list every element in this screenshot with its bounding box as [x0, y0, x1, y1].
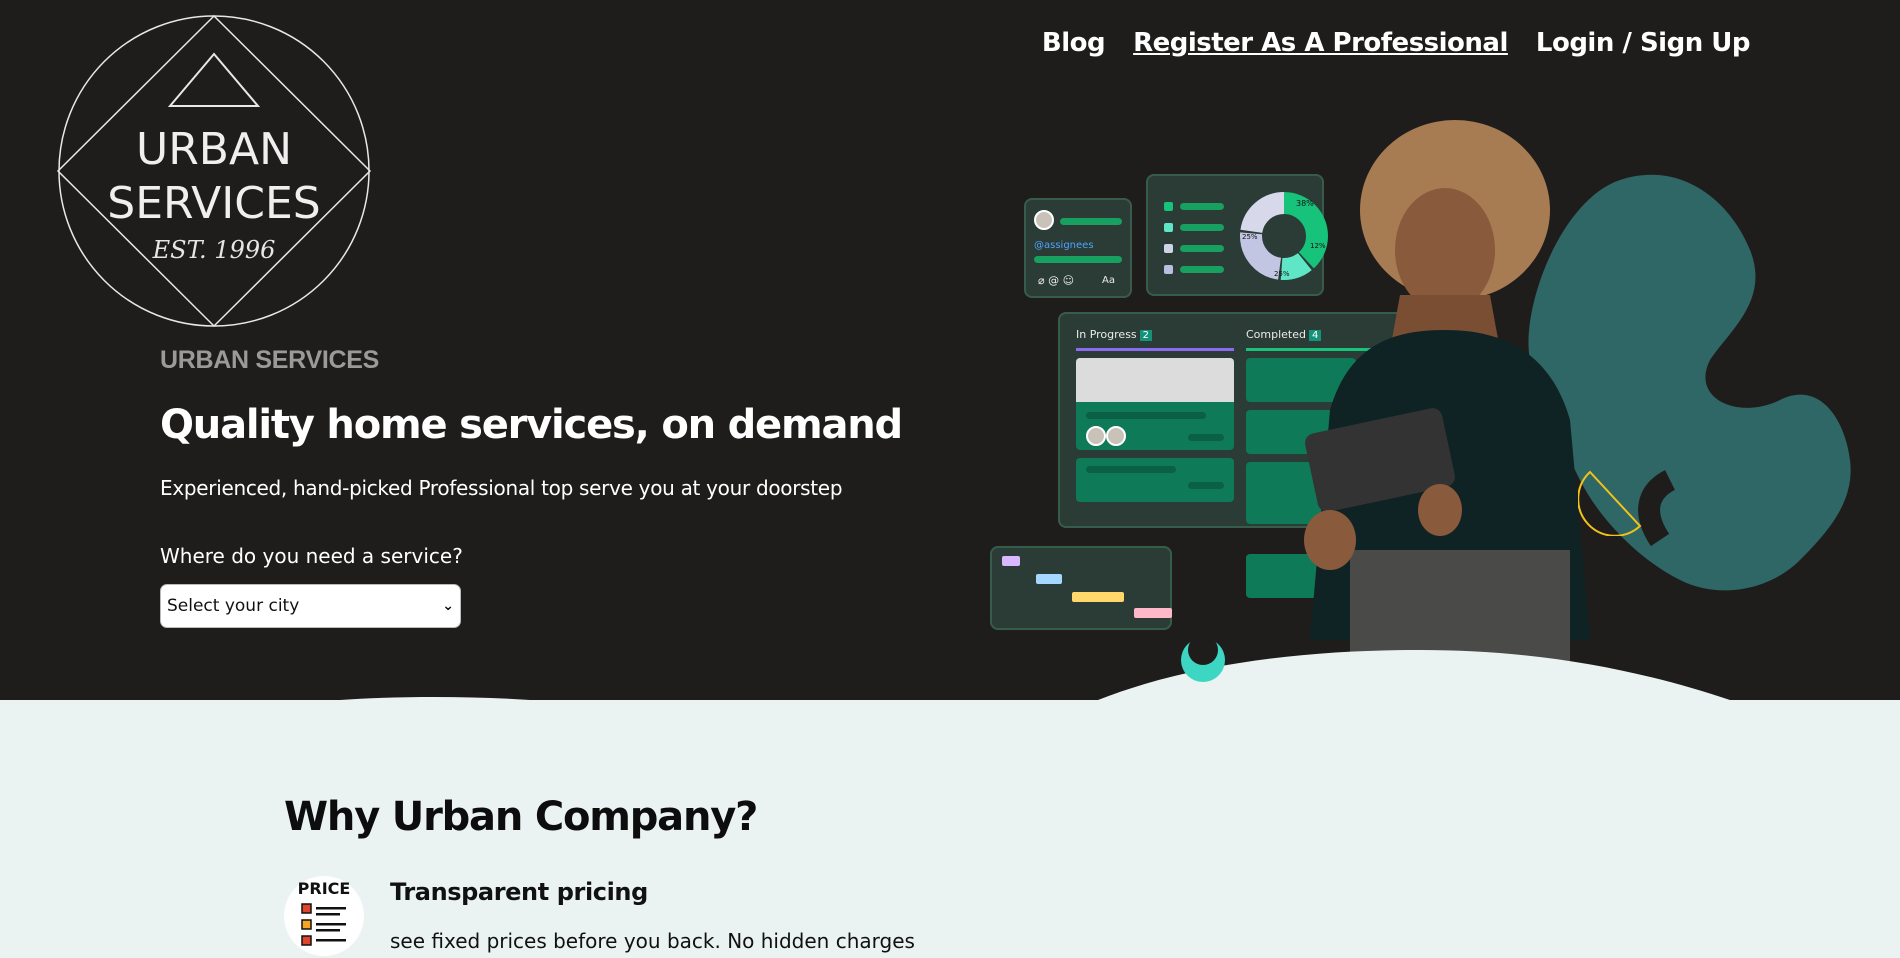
woman-with-tablet-image	[1304, 120, 1590, 680]
nav-login-link[interactable]: Login / Sign Up	[1536, 28, 1751, 58]
assignees-card: @assignees ⌀ @ ☺ Aa	[1024, 198, 1132, 298]
hero-illustration: @assignees ⌀ @ ☺ Aa 38% 25% 12% 25% In P…	[980, 120, 1860, 700]
city-select[interactable]: Select your city ⌄	[160, 584, 461, 628]
svg-text:PRICE: PRICE	[298, 879, 351, 898]
attach-icon: ⌀ @ ☺	[1038, 274, 1075, 287]
nav-register-link[interactable]: Register As A Professional	[1133, 28, 1508, 58]
decorative-arc	[1578, 470, 1642, 536]
why-title: Why Urban Company?	[284, 794, 758, 840]
urban-services-logo[interactable]: URBAN SERVICES EST. 1996	[50, 14, 378, 328]
assignees-tag: @assignees	[1034, 240, 1094, 251]
logo-line2: SERVICES	[107, 178, 320, 229]
task-card	[1076, 358, 1234, 450]
hero-section: URBAN SERVICES EST. 1996 Blog Register A…	[0, 0, 1900, 700]
feature-title: Transparent pricing	[390, 878, 648, 906]
logo-line3: EST. 1996	[152, 236, 276, 264]
logo-line1: URBAN	[136, 124, 292, 175]
city-select-value: Select your city	[167, 596, 300, 616]
wave-divider	[0, 640, 1900, 700]
svg-text:25%: 25%	[1242, 233, 1258, 241]
nav-blog-link[interactable]: Blog	[1042, 28, 1106, 58]
avatar	[1034, 210, 1054, 230]
in-progress-column: In Progress 2	[1076, 328, 1153, 341]
task-card	[1076, 458, 1234, 502]
hero-title: Quality home services, on demand	[160, 402, 903, 448]
city-label: Where do you need a service?	[160, 544, 463, 568]
timeline-card	[990, 546, 1172, 630]
brand-subtitle: URBAN SERVICES	[160, 346, 379, 374]
chevron-down-icon: ⌄	[442, 598, 454, 614]
price-list-icon: PRICE	[284, 876, 364, 956]
top-nav: Blog Register As A Professional Login / …	[1042, 28, 1751, 58]
feature-description: see fixed prices before you back. No hid…	[390, 929, 915, 953]
why-section: Why Urban Company? PRICE Transparent pri…	[0, 700, 1900, 958]
text-tool: Aa	[1102, 275, 1115, 286]
logo-emblem: URBAN SERVICES EST. 1996	[56, 14, 372, 328]
hero-description: Experienced, hand-picked Professional to…	[160, 476, 843, 500]
